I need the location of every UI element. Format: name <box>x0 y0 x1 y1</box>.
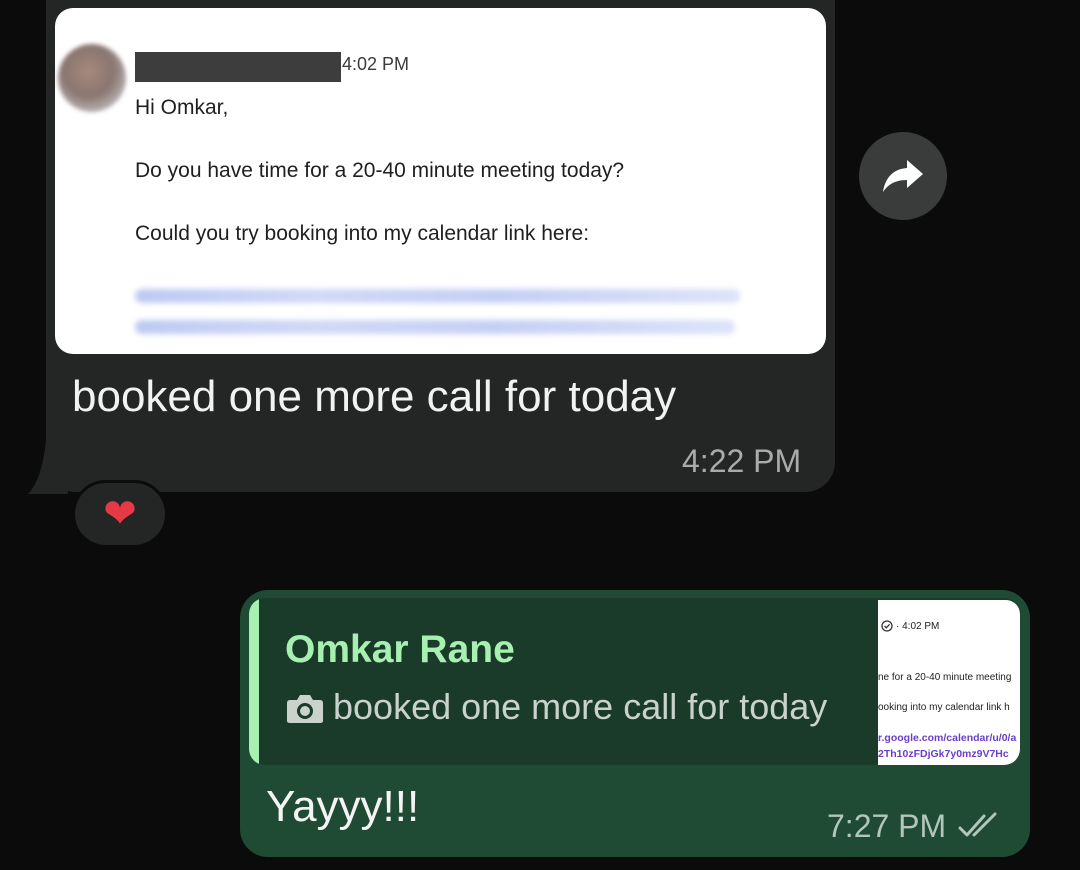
shared-screenshot-image[interactable]: 4:02 PM Hi Omkar, Do you have time for a… <box>55 8 826 354</box>
screenshot-greeting: Hi Omkar, <box>135 96 229 119</box>
quoted-sender-name: Omkar Rane <box>285 628 515 671</box>
thumbnail-link-2: 2Th10zFDjGk7y0mz9V7Hc <box>878 748 1009 760</box>
forward-arrow-icon <box>883 160 923 192</box>
heart-icon: ❤ <box>103 491 137 537</box>
blurred-calendar-link <box>135 289 740 303</box>
quoted-image-thumbnail: · 4:02 PM ne for a 20-40 minute meeting … <box>878 600 1020 765</box>
quoted-message-text: booked one more call for today <box>333 686 828 727</box>
redacted-sender-name <box>135 52 341 82</box>
outgoing-message-text: Yayyy!!! <box>266 782 420 831</box>
thumbnail-link-1: r.google.com/calendar/u/0/a <box>878 732 1017 744</box>
blurred-calendar-link <box>135 320 735 334</box>
incoming-message-time: 4:22 PM <box>682 443 802 479</box>
quote-accent-bar <box>249 598 259 765</box>
screenshot-line-1: Do you have time for a 20-40 minute meet… <box>135 159 625 182</box>
forward-button[interactable] <box>859 132 947 220</box>
screenshot-line-2: Could you try booking into my calendar l… <box>135 222 590 245</box>
outgoing-message-time: 7:27 PM <box>827 808 947 844</box>
camera-icon <box>287 695 323 723</box>
quoted-reply[interactable]: Omkar Rane booked one more call for toda… <box>249 598 1020 765</box>
shield-icon <box>881 620 893 632</box>
thumbnail-timestamp: · 4:02 PM <box>896 621 940 632</box>
screenshot-timestamp: 4:02 PM <box>342 54 410 74</box>
thumbnail-line-1: ne for a 20-40 minute meeting <box>878 672 1012 683</box>
heart-reaction[interactable]: ❤ <box>72 480 168 548</box>
read-receipt-icon <box>958 812 997 837</box>
thumbnail-line-2: ooking into my calendar link h <box>878 702 1010 713</box>
blurred-avatar <box>58 44 126 112</box>
incoming-message-text: booked one more call for today <box>72 372 677 421</box>
